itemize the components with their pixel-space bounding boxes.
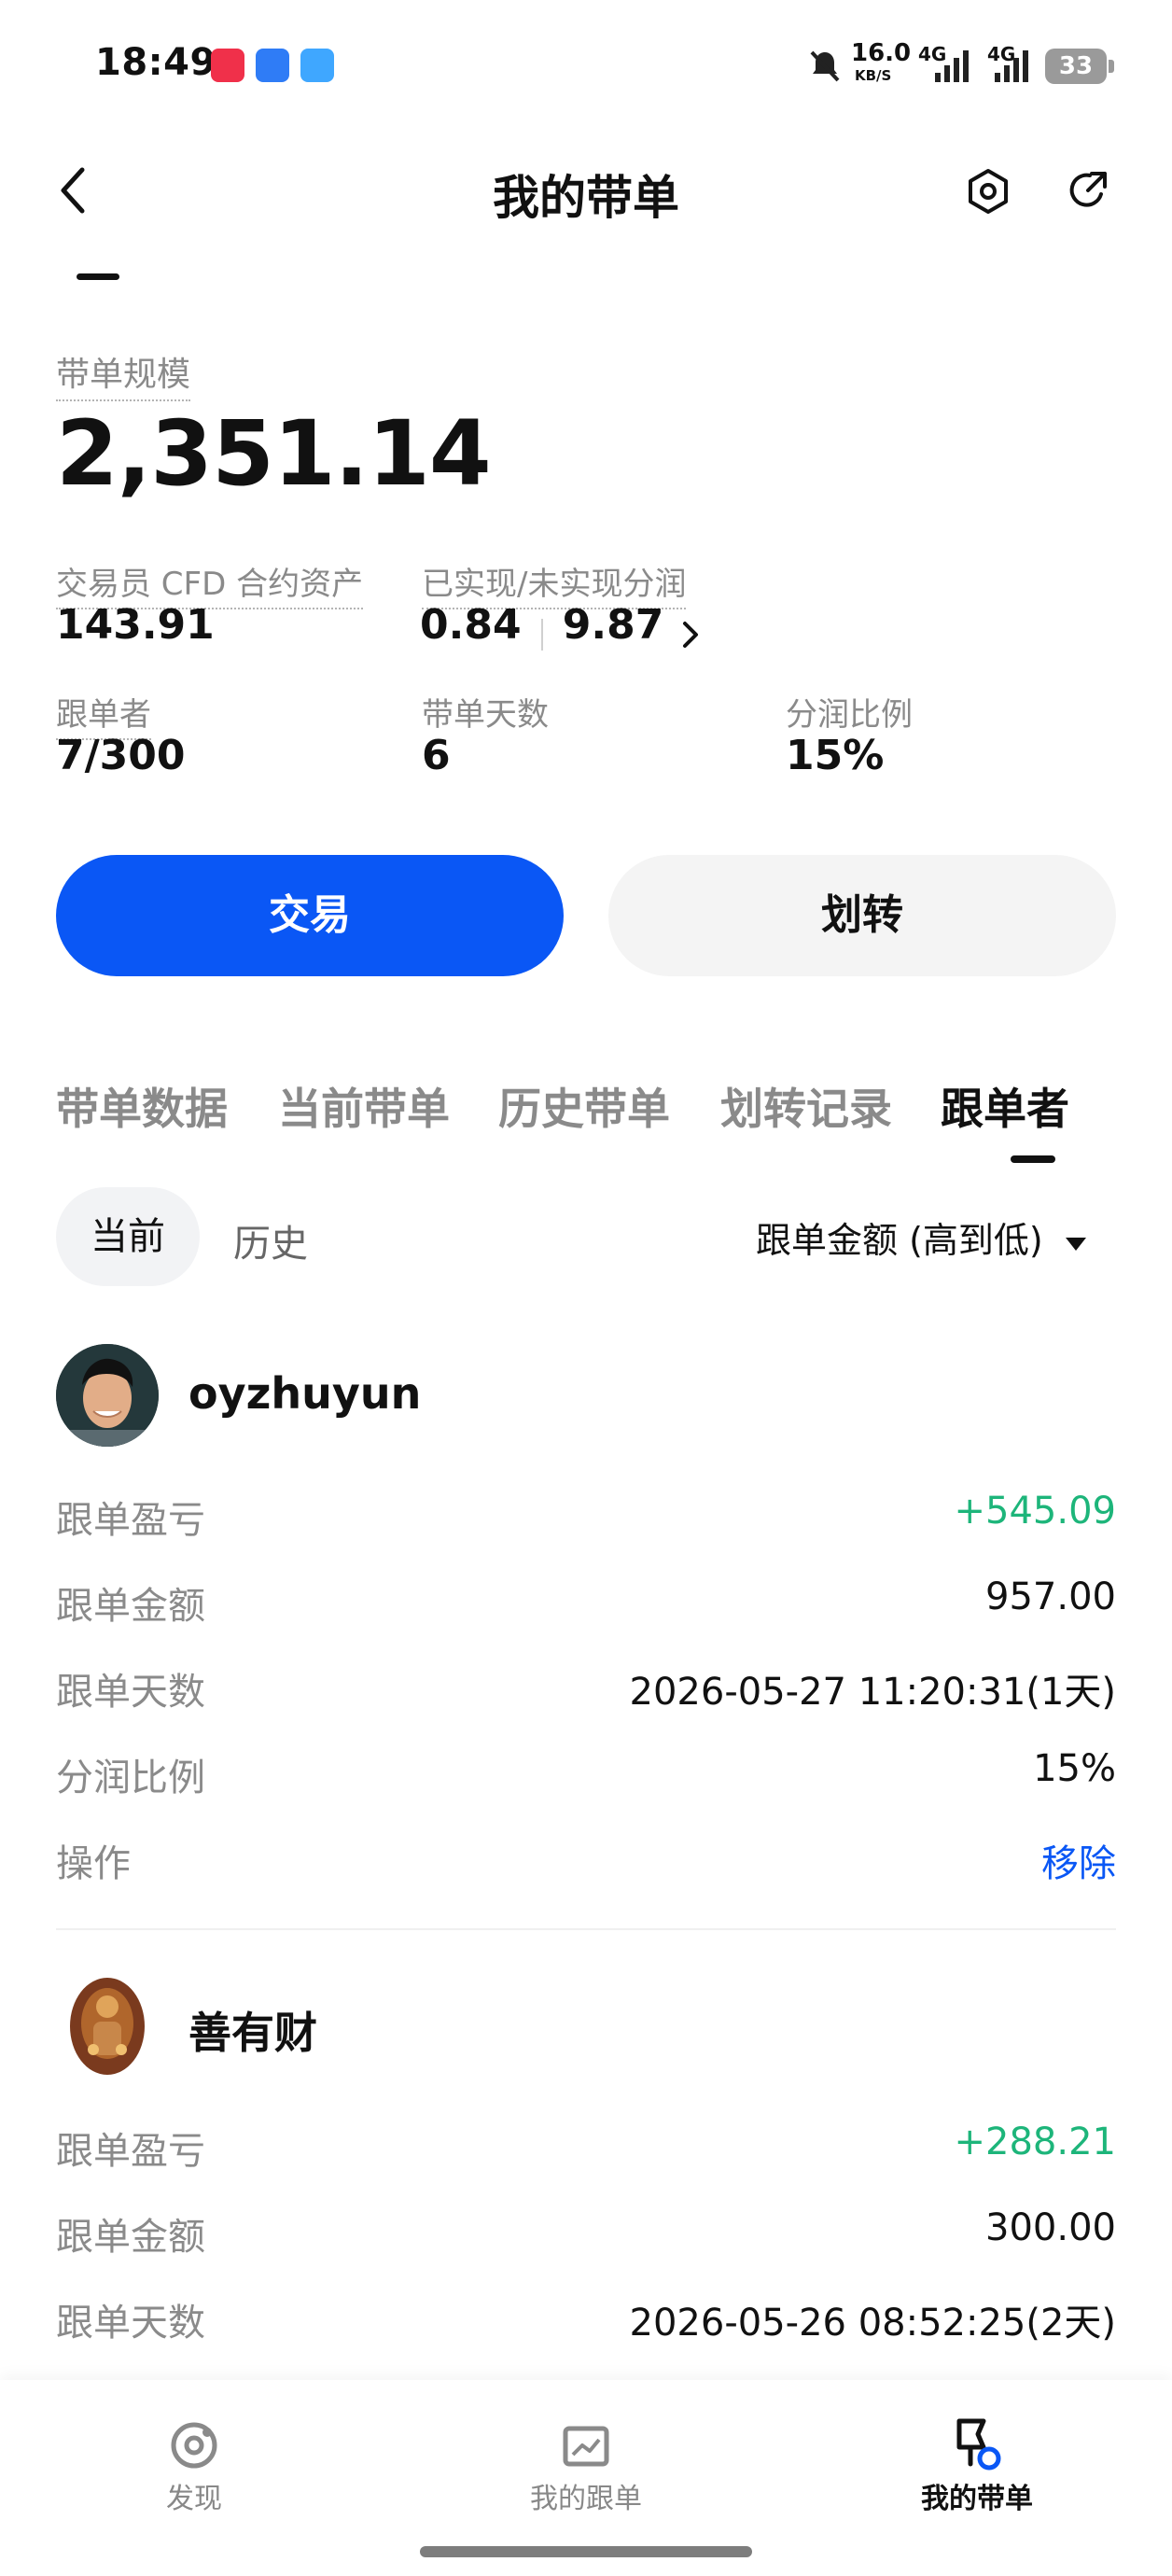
- sort-dropdown[interactable]: 跟单金额 (高到低): [756, 1211, 1090, 1263]
- trade-button[interactable]: 交易: [56, 855, 564, 976]
- nav-my-follow[interactable]: 我的跟单: [483, 2475, 689, 2516]
- tab-followers[interactable]: 跟单者: [941, 1075, 1069, 1137]
- follow-days-label: 跟单天数: [56, 2302, 205, 2345]
- app-notification-icon: [256, 49, 289, 82]
- segment-current[interactable]: 当前: [56, 1187, 200, 1286]
- lead-days-label: 带单天数: [422, 696, 549, 734]
- avatar[interactable]: [56, 1344, 159, 1447]
- follow-pnl-value: +545.09: [954, 1490, 1116, 1533]
- follower-name: oyzhuyun: [188, 1368, 422, 1419]
- nav-discover[interactable]: 发现: [91, 2475, 297, 2516]
- follow-pnl-label: 跟单盈亏: [56, 1499, 205, 1542]
- share-ratio-value: 15%: [786, 732, 885, 779]
- remove-follower-link[interactable]: 移除: [1041, 1833, 1116, 1887]
- profit-share-values[interactable]: 0.84 9.87: [420, 601, 704, 653]
- unrealized-profit-value: 9.87: [562, 601, 664, 649]
- tab-history-lead[interactable]: 历史带单: [498, 1075, 670, 1137]
- app-notification-icon: [300, 49, 334, 82]
- follow-days-value: 2026-05-26 08:52:25(2天): [629, 2302, 1116, 2345]
- caret-down-icon: [1065, 1237, 1086, 1251]
- tab-current-lead[interactable]: 当前带单: [278, 1075, 450, 1137]
- follow-days-value: 2026-05-27 11:20:31(1天): [629, 1671, 1116, 1714]
- net-speed-value: 16.0: [851, 39, 912, 67]
- active-tab-indicator: [1011, 1155, 1055, 1163]
- follow-days-label: 跟单天数: [56, 1671, 205, 1714]
- transfer-button[interactable]: 划转: [608, 855, 1116, 976]
- follow-amount-label: 跟单金额: [56, 2216, 205, 2259]
- followers-value: 7/300: [56, 732, 186, 779]
- divider: [540, 618, 543, 651]
- net-speed-unit: KB/S: [855, 67, 892, 84]
- share-icon[interactable]: [1064, 168, 1110, 215]
- lead-days-value: 6: [422, 732, 451, 779]
- status-time: 18:49: [95, 41, 216, 84]
- follow-pnl-label: 跟单盈亏: [56, 2130, 205, 2173]
- scale-value: 2,351.14: [56, 401, 492, 506]
- nav-my-lead[interactable]: 我的带单: [874, 2475, 1080, 2516]
- signal-icon: [995, 50, 1028, 82]
- follower-name: 善有财: [188, 2008, 317, 2058]
- share-ratio-label: 分润比例: [786, 696, 913, 734]
- follow-amount-label: 跟单金额: [56, 1585, 205, 1628]
- share-ratio-value: 15%: [1033, 1747, 1116, 1790]
- mute-bell-icon: [810, 50, 840, 82]
- avatar-deity-image: [56, 1975, 159, 2078]
- discover-icon[interactable]: [168, 2419, 220, 2471]
- share-ratio-label: 分润比例: [56, 1757, 205, 1799]
- follow-amount-value: 957.00: [985, 1575, 1116, 1618]
- scroll-indicator: [77, 273, 119, 280]
- signal-icon: [935, 50, 969, 82]
- app-notification-icon: [211, 49, 244, 82]
- follow-amount-value: 300.00: [985, 2206, 1116, 2249]
- settings-hexagon-icon[interactable]: [965, 168, 1012, 215]
- divider: [56, 1928, 1116, 1930]
- realized-profit-value: 0.84: [420, 601, 522, 649]
- follow-pnl-value: +288.21: [954, 2121, 1116, 2163]
- lead-flag-icon[interactable]: [950, 2415, 1004, 2471]
- tab-lead-data[interactable]: 带单数据: [56, 1075, 228, 1137]
- sort-label: 跟单金额 (高到低): [756, 1220, 1043, 1261]
- avatar[interactable]: [56, 1975, 159, 2078]
- battery-indicator: 33: [1045, 49, 1114, 84]
- scale-label[interactable]: 带单规模: [56, 347, 191, 401]
- action-label: 操作: [56, 1842, 131, 1885]
- home-indicator[interactable]: [420, 2546, 752, 2557]
- cfd-assets-value: 143.91: [56, 601, 215, 649]
- segment-history[interactable]: 历史: [233, 1213, 308, 1267]
- tab-transfer-records[interactable]: 划转记录: [720, 1075, 892, 1137]
- follow-chart-icon[interactable]: [560, 2419, 612, 2471]
- avatar-portrait: [56, 1344, 159, 1447]
- chevron-right-icon: [683, 621, 699, 648]
